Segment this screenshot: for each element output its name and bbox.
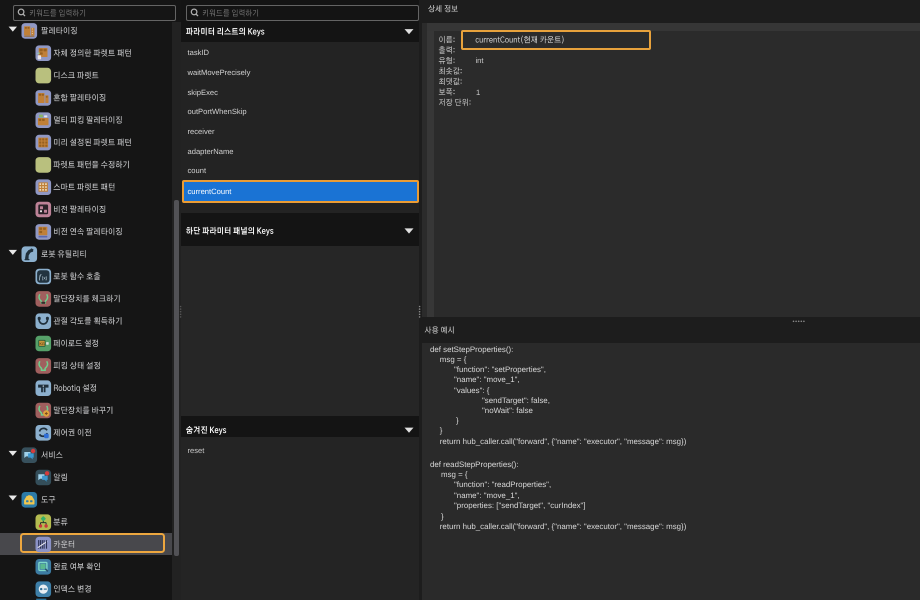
svg-text:(x): (x) — [42, 275, 48, 280]
svg-text:KG: KG — [40, 342, 45, 346]
